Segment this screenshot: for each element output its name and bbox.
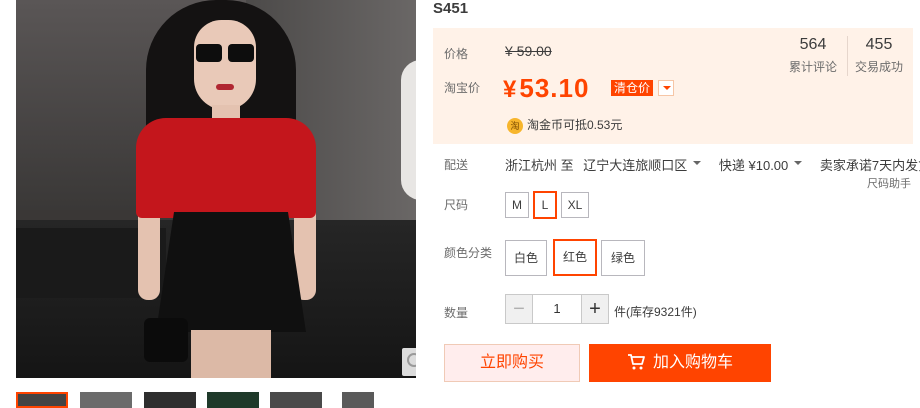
coin-discount-text: 淘金币可抵0.53元 (527, 118, 623, 132)
thumbnail-2[interactable] (80, 392, 132, 408)
color-label: 颜色分类 (444, 246, 493, 260)
sales-count: 455 (865, 36, 893, 53)
shipping-promise: 卖家承诺7天内发货 (819, 158, 920, 173)
promo-price: ¥53.10 (503, 72, 589, 106)
quantity-label: 数量 (444, 306, 469, 320)
size-option-l[interactable]: L (533, 191, 557, 219)
clearance-badge: 清仓价 (611, 80, 654, 96)
thumbnail-5[interactable] (270, 392, 322, 408)
thumbnail-1[interactable] (16, 392, 68, 408)
thumbnail-4[interactable] (207, 392, 259, 408)
cart-icon (627, 347, 645, 385)
quantity-increase-button[interactable]: + (581, 294, 609, 324)
promo-price-label: 淘宝价 (444, 81, 481, 95)
size-option-xl[interactable]: XL (561, 192, 589, 218)
shipping-destination-select[interactable]: 辽宁大连旅顺口区 (583, 158, 702, 173)
price-label: 价格 (444, 47, 469, 61)
size-option-m[interactable]: M (505, 192, 529, 218)
size-label: 尺码 (444, 198, 469, 212)
chevron-down-icon (693, 161, 702, 169)
coin-discount: 淘淘金币可抵0.53元 (507, 116, 622, 134)
shipping-info: 浙江杭州 至 辽宁大连旅顺口区 快递 ¥10.00 卖家承诺7天内发货 (505, 155, 920, 174)
price-panel: 价格 ¥ 59.00 淘宝价 ¥53.10 清仓价 564 累计评论 455 交… (433, 28, 913, 144)
add-to-cart-button[interactable]: 加入购物车 (589, 344, 771, 382)
thumbnail-3[interactable] (144, 392, 196, 408)
original-price: ¥ 59.00 (505, 43, 552, 59)
promo-price-value: 53.10 (519, 73, 590, 103)
size-helper-link[interactable]: 尺码助手 (867, 175, 911, 191)
shipping-method-select[interactable]: 快递 ¥10.00 (718, 158, 803, 173)
coin-icon: 淘 (507, 117, 523, 134)
shipping-label: 配送 (444, 158, 469, 172)
sales-label: 交易成功 (854, 60, 903, 74)
color-option-white[interactable]: 白色 (505, 240, 547, 276)
reviews-label: 累计评论 (788, 60, 837, 74)
quantity-stepper: − 1 + (505, 294, 609, 324)
add-to-cart-label: 加入购物车 (652, 354, 733, 371)
reviews-stat[interactable]: 564 累计评论 (781, 36, 845, 75)
quantity-decrease-button[interactable]: − (505, 294, 533, 324)
shipping-destination: 辽宁大连旅顺口区 (583, 158, 688, 173)
quantity-input[interactable]: 1 (532, 294, 582, 324)
currency-symbol: ¥ (503, 76, 518, 103)
thumbnail-6[interactable] (342, 392, 374, 408)
zoom-icon[interactable] (402, 348, 416, 376)
stock-info: 件(库存9321件) (614, 305, 697, 319)
shipping-from: 浙江杭州 至 (505, 158, 574, 173)
product-main-image[interactable] (16, 0, 416, 378)
buy-now-button[interactable]: 立即购买 (444, 344, 580, 382)
color-option-red[interactable]: 红色 (553, 239, 597, 276)
sales-stat: 455 交易成功 (847, 36, 911, 75)
dropdown-arrow-icon[interactable] (658, 80, 674, 96)
shipping-method: 快递 ¥10.00 (718, 158, 789, 173)
reviews-count: 564 (799, 36, 827, 53)
product-title: S451 (433, 0, 469, 17)
color-option-green[interactable]: 绿色 (601, 240, 645, 276)
chevron-down-icon (794, 161, 803, 169)
